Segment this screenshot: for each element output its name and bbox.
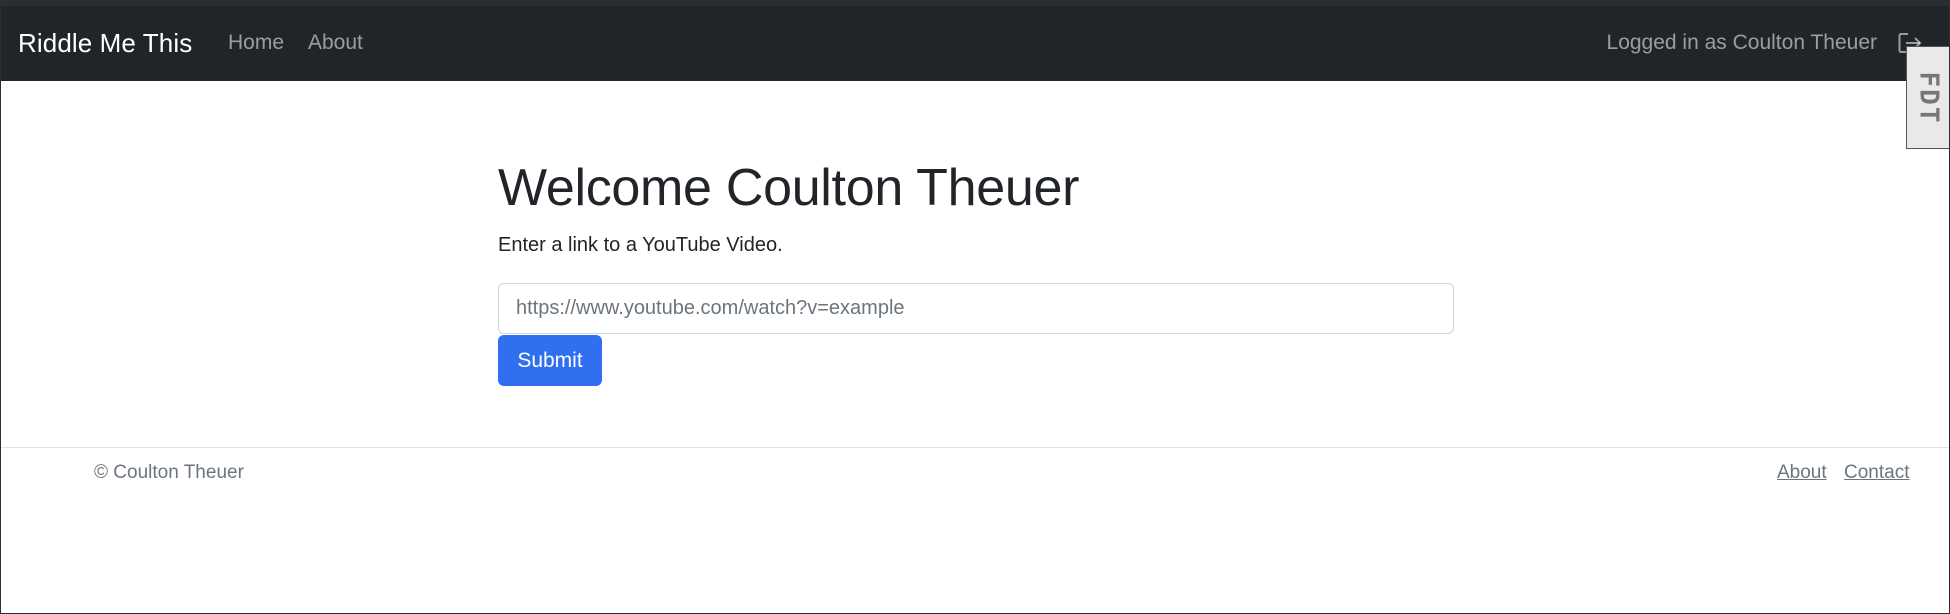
brand-link[interactable]: Riddle Me This <box>18 28 192 59</box>
fdt-tab-label: FDT <box>1913 71 1943 124</box>
nav-link-about[interactable]: About <box>308 31 363 55</box>
page-subtitle: Enter a link to a YouTube Video. <box>498 234 783 256</box>
browser-page: Riddle Me This Home About Logged in as C… <box>1 6 1949 613</box>
login-status: Logged in as Coulton Theuer <box>1606 31 1877 54</box>
footer-link-about[interactable]: About <box>1777 462 1827 484</box>
footer-link-contact[interactable]: Contact <box>1844 462 1909 484</box>
fdt-debug-tab[interactable]: FDT <box>1906 46 1949 149</box>
footer-divider <box>1 447 1949 448</box>
footer-copyright: © Coulton Theuer <box>94 462 244 483</box>
page-title: Welcome Coulton Theuer <box>498 159 1080 217</box>
nav-link-home[interactable]: Home <box>228 31 284 55</box>
youtube-url-input[interactable] <box>498 283 1454 334</box>
top-navbar: Riddle Me This Home About Logged in as C… <box>1 6 1949 149</box>
submit-button[interactable]: Submit <box>498 335 602 386</box>
